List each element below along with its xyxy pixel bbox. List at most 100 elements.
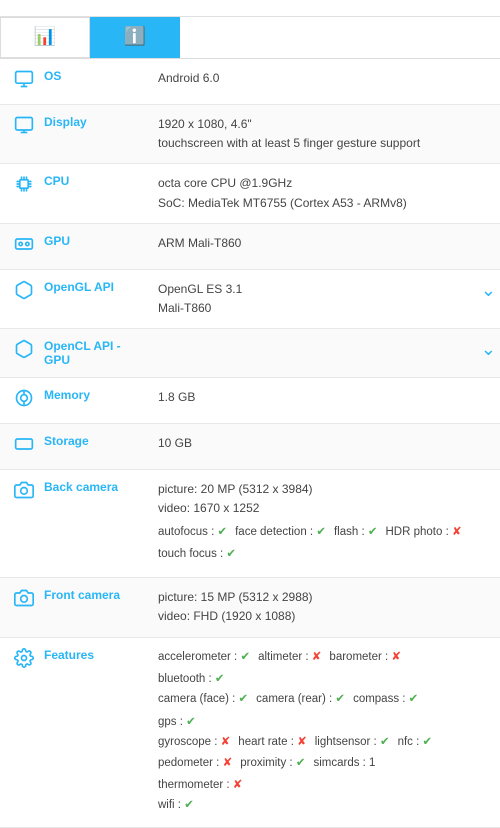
row-label-storage: Storage bbox=[44, 424, 154, 470]
cross-icon: ✘ bbox=[233, 779, 243, 791]
feature-item: proximity : ✔ bbox=[240, 754, 305, 772]
cross-icon: ✘ bbox=[391, 651, 401, 663]
feature-item: gps : ✔ bbox=[158, 713, 196, 731]
row-label-cpu: CPU bbox=[44, 164, 154, 223]
check-icon: ✔ bbox=[186, 716, 196, 728]
row-label-opengl: OpenGL API bbox=[44, 269, 154, 328]
cross-icon: ✘ bbox=[312, 651, 322, 663]
feature-item: pedometer : ✘ bbox=[158, 754, 232, 772]
feature-item: gyroscope : ✘ bbox=[158, 733, 230, 751]
table-row-frontcam: Front camera picture: 15 MP (5312 x 2988… bbox=[0, 578, 500, 637]
check-icon: ✔ bbox=[380, 736, 390, 748]
feature-autofocus: autofocus : ✔ bbox=[158, 523, 227, 541]
feature-item: camera (face) : ✔ bbox=[158, 690, 248, 708]
tab-info[interactable]: ℹ️ bbox=[90, 17, 180, 58]
row-label-backcam: Back camera bbox=[44, 470, 154, 578]
feature-HDR-photo: HDR photo : ✘ bbox=[385, 523, 461, 541]
row-icon-display bbox=[0, 105, 44, 164]
cross-icon: ✘ bbox=[297, 736, 307, 748]
page-wrapper: 📊 ℹ️ OS Android 6.0 Display 1920 x 1080,… bbox=[0, 0, 500, 828]
check-icon: ✔ bbox=[423, 736, 433, 748]
feature-item: camera (rear) : ✔ bbox=[256, 690, 345, 708]
row-value-os: Android 6.0 bbox=[154, 59, 468, 105]
dropdown-cell: ⌄ bbox=[468, 269, 500, 328]
table-row-backcam: Back camera picture: 20 MP (5312 x 3984)… bbox=[0, 470, 500, 578]
frontcam-line1: picture: 15 MP (5312 x 2988) bbox=[158, 590, 313, 604]
check-icon: ✔ bbox=[226, 548, 236, 560]
dropdown-cell-empty bbox=[468, 470, 500, 578]
feature-item: lightsensor : ✔ bbox=[315, 733, 390, 751]
row-icon-frontcam bbox=[0, 578, 44, 637]
feature-item: nfc : ✔ bbox=[398, 733, 433, 751]
row-icon-gpu bbox=[0, 223, 44, 269]
dropdown-icon[interactable]: ⌄ bbox=[481, 339, 496, 359]
frontcam-line2: video: FHD (1920 x 1088) bbox=[158, 609, 295, 623]
row-icon-os bbox=[0, 59, 44, 105]
feature-item: barometer : ✘ bbox=[329, 648, 401, 666]
dropdown-cell-empty bbox=[468, 164, 500, 223]
row-label-memory: Memory bbox=[44, 378, 154, 424]
row-value-storage: 10 GB bbox=[154, 424, 468, 470]
row-value-gpu: ARM Mali-T860 bbox=[154, 223, 468, 269]
check-icon: ✔ bbox=[184, 799, 194, 811]
row-value-backcam: picture: 20 MP (5312 x 3984) video: 1670… bbox=[154, 470, 468, 578]
row-label-frontcam: Front camera bbox=[44, 578, 154, 637]
row-value-opencl bbox=[154, 329, 468, 378]
row-icon-backcam bbox=[0, 470, 44, 578]
table-row-memory: Memory 1.8 GB bbox=[0, 378, 500, 424]
feature-face-detection: face detection : ✔ bbox=[235, 523, 326, 541]
row-label-opencl: OpenCL API - GPU bbox=[44, 329, 154, 378]
row-value-display: 1920 x 1080, 4.6"touchscreen with at lea… bbox=[154, 105, 468, 164]
check-icon: ✔ bbox=[296, 757, 306, 769]
check-icon: ✔ bbox=[368, 526, 378, 538]
backcam-line1: picture: 20 MP (5312 x 3984) bbox=[158, 482, 313, 496]
table-row-cpu: CPU octa core CPU @1.9GHzSoC: MediaTek M… bbox=[0, 164, 500, 223]
feature-item: bluetooth : ✔ bbox=[158, 670, 225, 688]
table-row-display: Display 1920 x 1080, 4.6"touchscreen wit… bbox=[0, 105, 500, 164]
check-icon: ✔ bbox=[240, 651, 250, 663]
check-icon: ✔ bbox=[215, 673, 225, 685]
row-icon-memory bbox=[0, 378, 44, 424]
check-icon: ✔ bbox=[217, 526, 227, 538]
dropdown-cell: ⌄ bbox=[468, 329, 500, 378]
dropdown-cell-empty bbox=[468, 578, 500, 637]
check-icon: ✔ bbox=[409, 693, 419, 705]
row-icon-storage bbox=[0, 424, 44, 470]
table-row-storage: Storage 10 GB bbox=[0, 424, 500, 470]
feature-item: wifi : ✔ bbox=[158, 796, 194, 814]
row-label-display: Display bbox=[44, 105, 154, 164]
check-icon: ✔ bbox=[316, 526, 326, 538]
row-value-memory: 1.8 GB bbox=[154, 378, 468, 424]
row-icon-opencl bbox=[0, 329, 44, 378]
dropdown-cell-empty bbox=[468, 105, 500, 164]
cross-icon: ✘ bbox=[452, 526, 462, 538]
cross-icon: ✘ bbox=[223, 757, 233, 769]
feature-item: heart rate : ✘ bbox=[238, 733, 306, 751]
tab-graphics[interactable]: 📊 bbox=[0, 17, 90, 58]
dropdown-cell-empty bbox=[468, 223, 500, 269]
page-title bbox=[0, 0, 500, 17]
info-icon: ℹ️ bbox=[124, 26, 146, 47]
table-row-os: OS Android 6.0 bbox=[0, 59, 500, 105]
row-label-os: OS bbox=[44, 59, 154, 105]
backcam-line2: video: 1670 x 1252 bbox=[158, 501, 259, 515]
graphics-icon: 📊 bbox=[34, 26, 56, 47]
row-value-cpu: octa core CPU @1.9GHzSoC: MediaTek MT675… bbox=[154, 164, 468, 223]
tab-bar: 📊 ℹ️ bbox=[0, 17, 500, 59]
check-icon: ✔ bbox=[335, 693, 345, 705]
feature-item: simcards : 1 bbox=[313, 754, 375, 772]
feature-item: altimeter : ✘ bbox=[258, 648, 321, 666]
feature-item: compass : ✔ bbox=[353, 690, 418, 708]
check-icon: ✔ bbox=[239, 693, 249, 705]
row-value-frontcam: picture: 15 MP (5312 x 2988) video: FHD … bbox=[154, 578, 468, 637]
dropdown-cell-empty bbox=[468, 59, 500, 105]
row-value-opengl: OpenGL ES 3.1Mali-T860 bbox=[154, 269, 468, 328]
table-row-opencl: OpenCL API - GPU ⌄ bbox=[0, 329, 500, 378]
feature-touch: touch focus : ✔ bbox=[158, 545, 236, 563]
dropdown-icon[interactable]: ⌄ bbox=[481, 280, 496, 300]
cross-icon: ✘ bbox=[221, 736, 231, 748]
feature-item: thermometer : ✘ bbox=[158, 776, 242, 794]
row-icon-opengl bbox=[0, 269, 44, 328]
info-table: OS Android 6.0 Display 1920 x 1080, 4.6"… bbox=[0, 59, 500, 828]
feature-flash: flash : ✔ bbox=[334, 523, 378, 541]
